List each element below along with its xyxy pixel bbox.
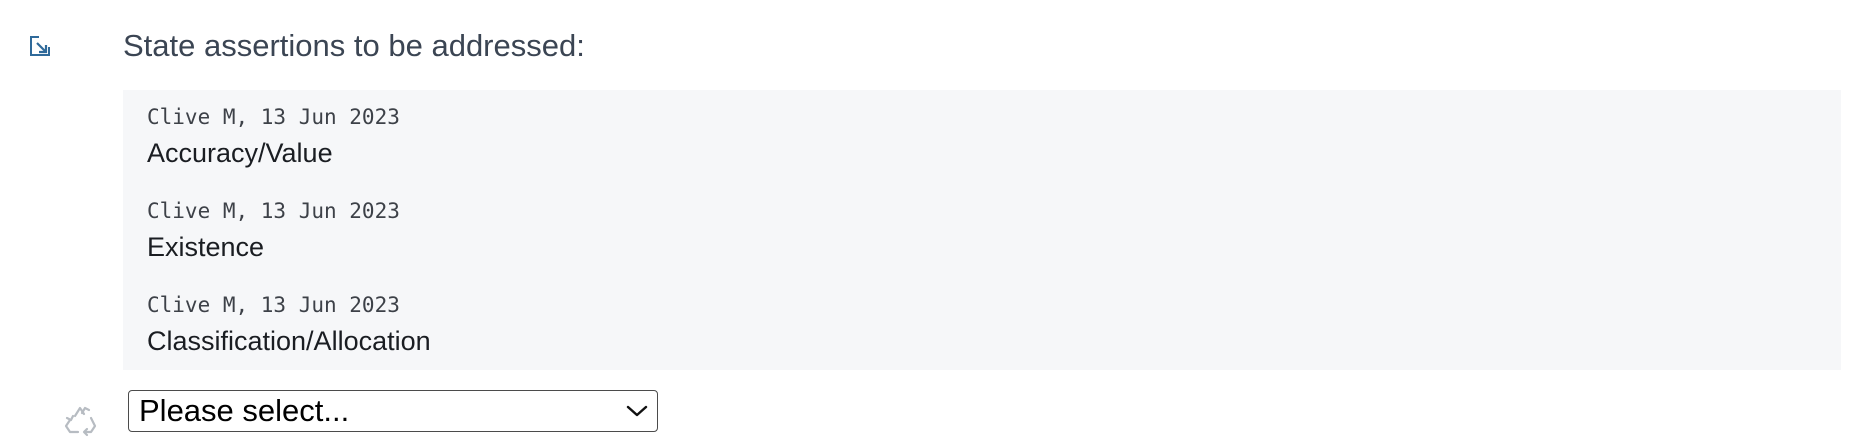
section-title: State assertions to be addressed:	[123, 28, 585, 63]
history-entry-value: Existence	[147, 232, 265, 262]
history-entry: Clive M, 13 Jun 2023 Accuracy/Value	[147, 104, 400, 170]
history-entry-value: Accuracy/Value	[147, 138, 333, 168]
assertion-history-panel: Clive M, 13 Jun 2023 Accuracy/Value Cliv…	[123, 90, 1841, 370]
open-link-icon[interactable]	[28, 34, 52, 58]
history-entry-meta: Clive M, 13 Jun 2023	[147, 293, 400, 317]
recycle-icon[interactable]	[61, 402, 101, 442]
select-value: Please select...	[139, 393, 350, 428]
chevron-down-icon	[626, 405, 648, 417]
history-entry: Clive M, 13 Jun 2023 Existence	[147, 198, 400, 264]
assertion-select[interactable]: Please select...	[128, 390, 658, 432]
history-entry-meta: Clive M, 13 Jun 2023	[147, 199, 400, 223]
history-entry-meta: Clive M, 13 Jun 2023	[147, 105, 400, 129]
history-entry: Clive M, 13 Jun 2023 Classification/Allo…	[147, 292, 431, 358]
history-entry-value: Classification/Allocation	[147, 326, 431, 356]
